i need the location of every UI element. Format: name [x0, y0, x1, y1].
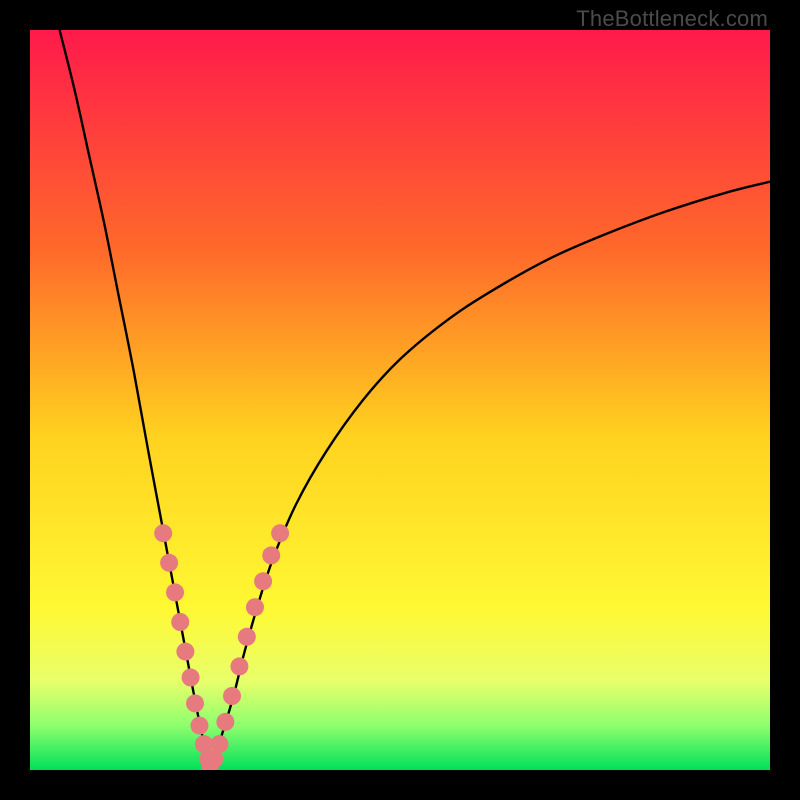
data-point — [154, 524, 172, 542]
data-point — [223, 687, 241, 705]
data-point — [160, 554, 178, 572]
curve-layer — [30, 30, 770, 770]
right-branch-curve — [210, 182, 770, 767]
watermark-text: TheBottleneck.com — [576, 6, 768, 32]
data-point — [246, 598, 264, 616]
data-point — [171, 613, 189, 631]
data-point — [271, 524, 289, 542]
chart-frame: TheBottleneck.com — [0, 0, 800, 800]
data-point — [210, 735, 228, 753]
data-point — [230, 657, 248, 675]
data-point — [190, 717, 208, 735]
data-point — [262, 546, 280, 564]
data-point — [182, 669, 200, 687]
data-point — [186, 694, 204, 712]
data-point — [176, 643, 194, 661]
data-point — [216, 713, 234, 731]
plot-area — [30, 30, 770, 770]
data-point — [254, 572, 272, 590]
data-point — [166, 583, 184, 601]
data-point — [238, 628, 256, 646]
